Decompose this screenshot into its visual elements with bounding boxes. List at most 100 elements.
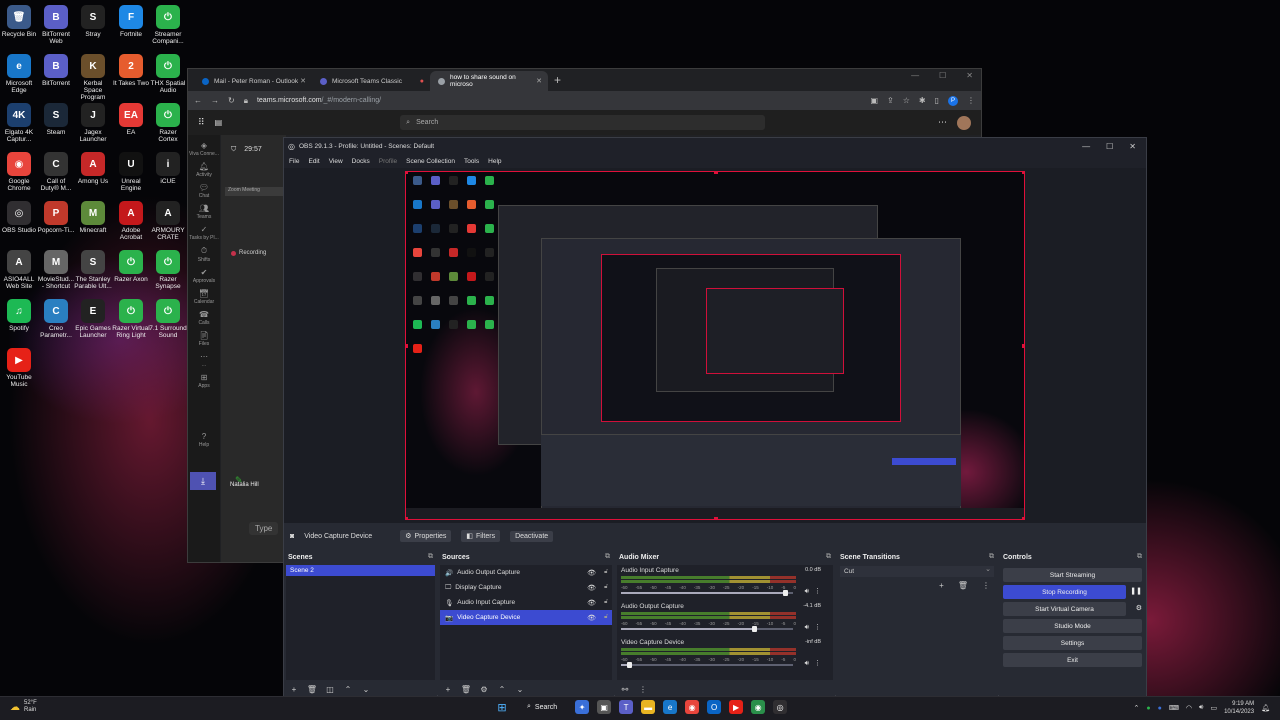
source-item[interactable]: 📷 Video Capture Device 👁︎ 🔓︎ [440,610,612,625]
desktop-icon[interactable]: S Stray [74,5,112,38]
menu-file[interactable]: File [289,158,299,165]
extensions-icon[interactable]: ✱ [919,96,926,105]
trash-icon[interactable]: 🗑︎ [460,685,472,694]
add-icon[interactable]: + [288,685,300,694]
bookmark-star-icon[interactable]: ☆ [903,96,910,105]
trash-icon[interactable]: 🗑︎ [958,581,968,590]
more-options-icon[interactable]: ⋮ [982,581,990,590]
rail-item[interactable]: 📄︎ Files [189,331,219,347]
filter-icon[interactable]: ◫ [324,685,336,694]
resize-handle[interactable] [406,172,408,174]
resize-handle[interactable] [714,517,718,519]
rail-item[interactable]: ⊞ Apps [189,373,219,389]
desktop-icon[interactable]: 4K Elgato 4K Captur... [0,103,38,143]
settings-button[interactable]: Settings [1003,636,1142,650]
volume-slider[interactable] [621,626,793,632]
desktop-icon[interactable]: C Creo Parametr... [37,299,75,339]
more-options-icon[interactable]: ⋮ [814,587,821,595]
deactivate-button[interactable]: Deactivate [510,530,554,542]
user-avatar[interactable] [957,115,971,130]
visibility-icon[interactable]: 👁︎ [587,569,596,577]
link-icon[interactable]: ⚯ [619,685,631,694]
desktop-icon[interactable]: B BitTorrent [37,54,75,87]
volume-icon[interactable]: 🔊︎ [1199,704,1203,712]
desktop-icon[interactable]: A Adobe Acrobat [112,201,150,241]
rail-item[interactable]: 📅︎ Calendar [189,289,219,305]
desktop-icon[interactable]: S Steam [37,103,75,136]
desktop-icon[interactable]: ▶ YouTube Music [0,348,38,388]
desktop-icon[interactable]: ⏻ Streamer Compani... [149,5,187,45]
desktop-icon[interactable]: ⏻ THX Spatial Audio [149,54,187,94]
more-options-icon[interactable]: ⋯ [938,117,947,128]
menu-profile[interactable]: Profile [379,158,397,165]
rail-item[interactable]: ☎ Calls [189,310,219,326]
visibility-icon[interactable]: 👁︎ [587,584,596,592]
speaker-icon[interactable]: 🔊︎ [805,624,809,632]
taskbar-search[interactable]: ⌕ Search [517,703,567,711]
undock-icon[interactable]: ⧉ [989,553,994,561]
desktop-icon[interactable]: ⏻ Razer Cortex [149,103,187,143]
desktop-icon[interactable]: M MovieStud... - Shortcut [37,250,75,290]
rail-item[interactable]: 🔔︎ Activity [189,162,219,178]
resize-handle[interactable] [406,344,408,348]
rail-item[interactable]: ◈ Viva Conne... [189,141,219,157]
tab-teams[interactable]: Microsoft Teams Classic ● [312,71,430,91]
desktop-icon[interactable]: A ARMOURY CRATE [149,201,187,241]
rail-item[interactable]: ⋯... [189,352,219,368]
exit-button[interactable]: Exit [1003,653,1142,667]
desktop-icon[interactable]: e Microsoft Edge [0,54,38,94]
add-icon[interactable]: + [939,581,944,590]
youtube-music-icon[interactable]: ▶ [729,700,744,714]
maximize-icon[interactable]: ☐ [1106,142,1113,151]
transition-select[interactable]: Cut [840,564,994,577]
volume-knob[interactable] [626,662,632,668]
stop-recording-button[interactable]: Stop Recording [1003,585,1126,599]
speaker-icon[interactable]: 🔊︎ [805,588,809,596]
outlook-icon[interactable]: O [707,700,722,714]
desktop-icon[interactable]: M Minecraft [74,201,112,234]
edge-icon[interactable]: e [663,700,678,714]
desktop-icon[interactable]: 2 It Takes Two [112,54,150,87]
close-icon[interactable]: ✕ [1129,142,1136,151]
rail-item[interactable]: ? Help [189,432,219,448]
lock-icon[interactable]: 🔓︎ [604,584,608,591]
copilot-icon[interactable]: ✦ [575,700,590,714]
speaker-icon[interactable]: 🔊︎ [805,660,809,668]
menu-edit[interactable]: Edit [308,158,319,165]
add-icon[interactable]: + [442,685,454,694]
tab-outlook[interactable]: Mail - Peter Roman - Outlook ✕ [194,71,312,91]
source-item[interactable]: 🎙 Audio Input Capture 👁︎ 🔓︎ [440,595,612,610]
more-options-icon[interactable]: ⋮ [637,685,649,694]
desktop-icon[interactable]: ◉ Google Chrome [0,152,38,192]
undock-icon[interactable]: ⧉ [1137,553,1142,561]
new-tab-button[interactable]: + [554,73,561,91]
lock-icon[interactable]: 🔓︎ [604,599,608,606]
download-button[interactable]: ⤓ [190,472,216,490]
source-item[interactable]: 🖵 Display Capture 👁︎ 🔓︎ [440,580,612,595]
resize-handle[interactable] [714,172,718,174]
profile-avatar[interactable]: P [948,95,958,106]
scene-item[interactable]: Scene 2 [286,565,435,576]
forward-icon[interactable]: → [211,96,219,105]
chrome-icon[interactable]: ◉ [685,700,700,714]
file-explorer-icon[interactable]: ▬ [641,700,656,714]
chrome-menu-icon[interactable]: ⋮ [967,96,975,105]
gear-icon[interactable]: ⚙ [478,685,490,694]
rail-item[interactable]: ✓ Tasks by Pl... [189,225,219,241]
close-tab-icon[interactable]: ✕ [300,77,306,85]
wifi-icon[interactable]: ◠ [1186,704,1192,712]
studio-mode-button[interactable]: Studio Mode [1003,619,1142,633]
undock-icon[interactable]: ⧉ [428,553,433,561]
start-streaming-button[interactable]: Start Streaming [1003,568,1142,582]
program-preview[interactable] [405,171,1025,520]
move-down-icon[interactable]: ⌄ [514,685,526,694]
menu-help[interactable]: Help [488,158,501,165]
battery-icon[interactable]: ▭ [1210,704,1217,712]
move-up-icon[interactable]: ⌃ [496,685,508,694]
properties-button[interactable]: ⚙ Properties [400,530,452,542]
visibility-icon[interactable]: 👁︎ [587,614,596,622]
chrome-app-icon[interactable]: ◉ [751,700,766,714]
desktop-icon[interactable]: ⏻ Razer Synapse [149,250,187,290]
menu-scene-collection[interactable]: Scene Collection [406,158,455,165]
desktop-icon[interactable]: K Kerbal Space Program [74,54,112,101]
